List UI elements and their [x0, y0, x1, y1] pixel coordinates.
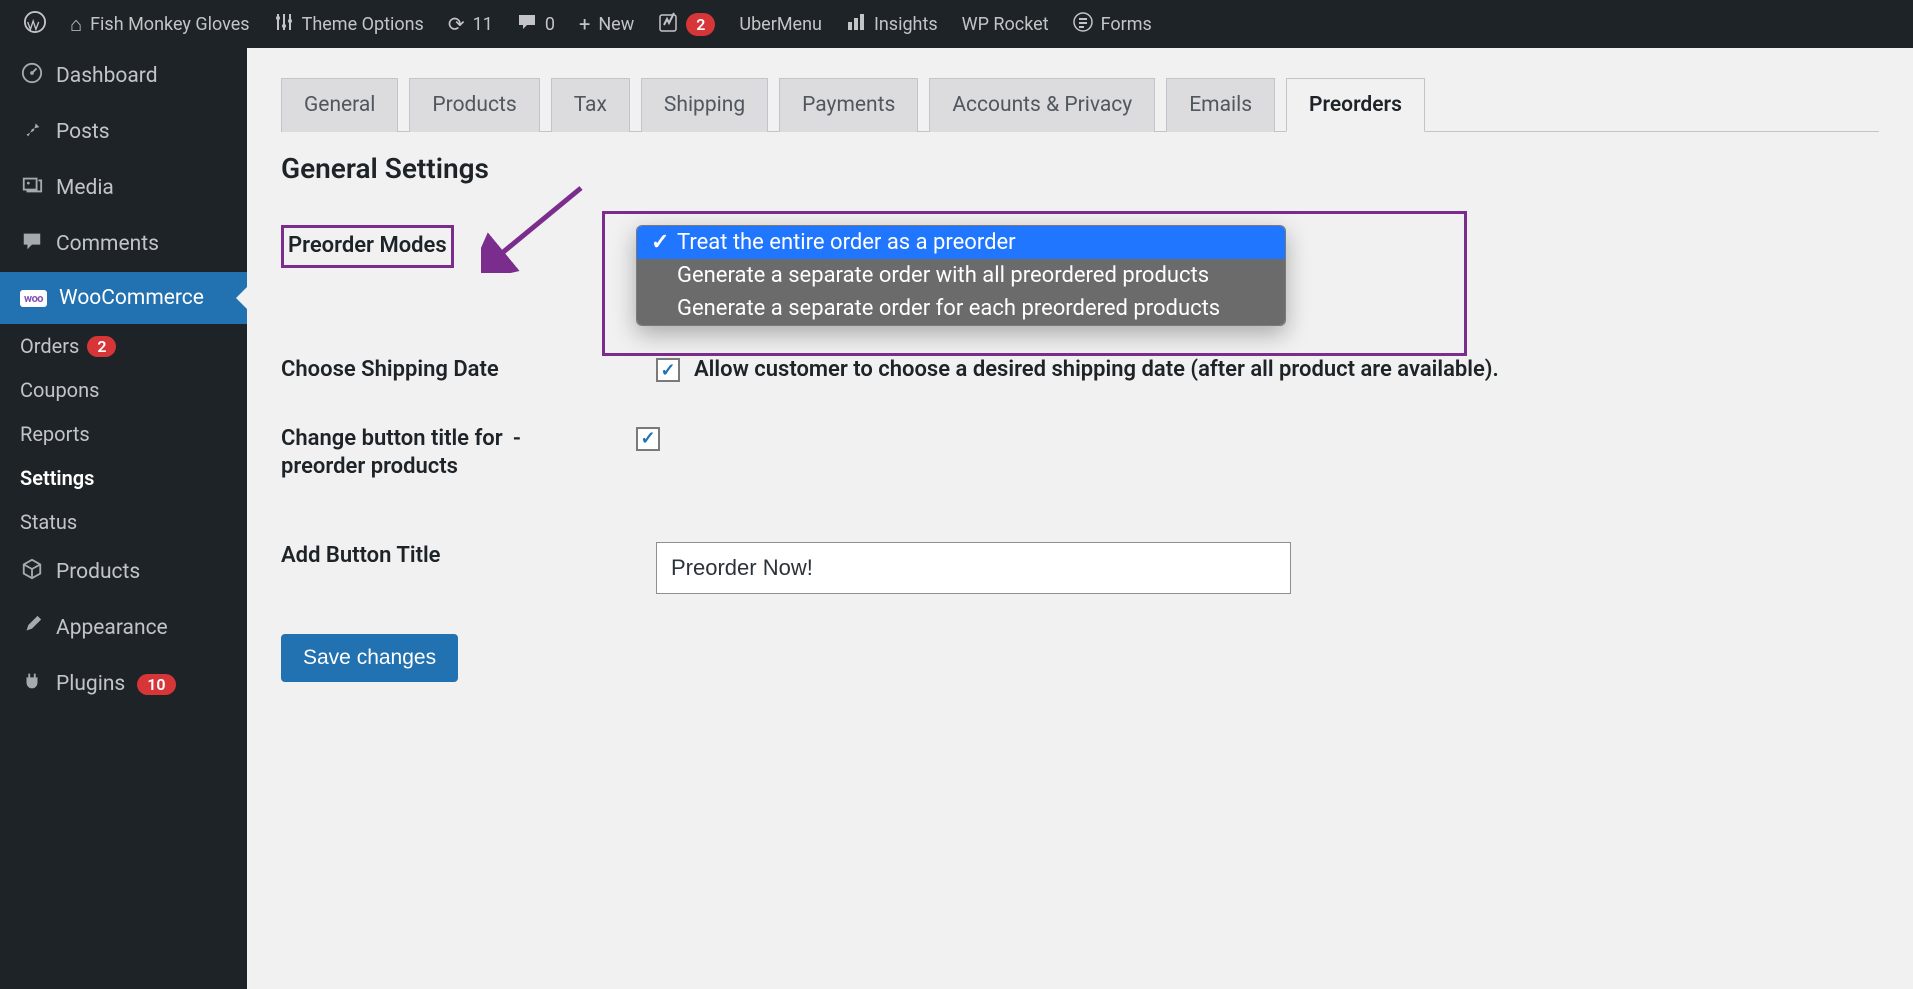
- sidebar-item-posts[interactable]: Posts: [0, 104, 247, 160]
- sidebar-label: WooCommerce: [59, 286, 204, 310]
- insights-link[interactable]: Insights: [834, 0, 950, 48]
- comments-link[interactable]: 0: [505, 0, 567, 48]
- tab-accounts[interactable]: Accounts & Privacy: [929, 78, 1155, 132]
- change-button-label: Change button title for preorder product…: [281, 425, 513, 482]
- sidebar-subitem-coupons[interactable]: Coupons: [0, 368, 247, 412]
- sidebar-label: Products: [56, 560, 140, 584]
- sidebar-label: Reports: [20, 422, 90, 446]
- tab-emails[interactable]: Emails: [1166, 78, 1275, 132]
- shipping-date-row: Choose Shipping Date ✓ Allow customer to…: [281, 356, 1879, 385]
- dash-separator: -: [513, 425, 521, 482]
- pin-icon: [20, 118, 44, 146]
- wordpress-icon: [24, 11, 46, 38]
- insights-label: Insights: [874, 14, 938, 35]
- new-link[interactable]: + New: [567, 0, 646, 48]
- shipping-date-checkbox[interactable]: ✓: [656, 358, 680, 382]
- add-button-title-input[interactable]: [656, 542, 1291, 594]
- sidebar-label: Appearance: [56, 616, 168, 640]
- media-icon: [20, 174, 44, 202]
- tab-payments[interactable]: Payments: [779, 78, 918, 132]
- annotation-highlight-label: Preorder Modes: [281, 225, 454, 268]
- shipping-date-desc: Allow customer to choose a desired shipp…: [694, 356, 1499, 385]
- page-heading: General Settings: [281, 152, 1879, 185]
- forms-icon: [1073, 12, 1093, 37]
- tab-tax[interactable]: Tax: [551, 78, 630, 132]
- dashboard-icon: [20, 62, 44, 90]
- brush-icon: [20, 614, 44, 642]
- admin-bar: ⌂ Fish Monkey Gloves Theme Options ⟳ 11 …: [0, 0, 1913, 48]
- sidebar-item-media[interactable]: Media: [0, 160, 247, 216]
- sidebar-label: Media: [56, 176, 114, 200]
- change-button-checkbox[interactable]: ✓: [636, 427, 660, 451]
- refresh-icon: ⟳: [448, 12, 465, 36]
- sidebar-label: Plugins: [56, 672, 125, 696]
- sliders-icon: [274, 12, 294, 37]
- admin-sidebar: Dashboard Posts Media Comments woo WooCo…: [0, 48, 247, 989]
- bar-chart-icon: [846, 12, 866, 37]
- main-content: General Products Tax Shipping Payments A…: [247, 48, 1913, 712]
- plug-icon: [20, 670, 44, 698]
- dropdown-option-1[interactable]: Treat the entire order as a preorder: [637, 226, 1285, 259]
- ubermenu-label: UberMenu: [739, 14, 822, 35]
- shipping-date-label: Choose Shipping Date: [281, 356, 601, 385]
- sidebar-label: Posts: [56, 120, 110, 144]
- add-button-title-label: Add Button Title: [281, 542, 601, 571]
- yoast-badge: 2: [686, 13, 715, 36]
- wprocket-label: WP Rocket: [962, 14, 1049, 35]
- theme-options-label: Theme Options: [302, 14, 424, 35]
- home-icon: ⌂: [70, 12, 82, 37]
- sidebar-subitem-orders[interactable]: Orders 2: [0, 324, 247, 368]
- sidebar-label: Orders: [20, 334, 79, 358]
- refresh-link[interactable]: ⟳ 11: [436, 0, 505, 48]
- sidebar-item-woocommerce[interactable]: woo WooCommerce: [0, 272, 247, 324]
- tab-preorders[interactable]: Preorders: [1286, 78, 1425, 132]
- add-button-title-row: Add Button Title: [281, 542, 1879, 594]
- sidebar-item-dashboard[interactable]: Dashboard: [0, 48, 247, 104]
- comment-icon: [20, 230, 44, 258]
- sidebar-subitem-settings[interactable]: Settings: [0, 456, 247, 500]
- dropdown-option-3[interactable]: Generate a separate order for each preor…: [637, 292, 1285, 325]
- settings-tabs: General Products Tax Shipping Payments A…: [281, 78, 1879, 132]
- product-icon: [20, 558, 44, 586]
- annotation-arrow: [481, 183, 591, 273]
- tab-general[interactable]: General: [281, 78, 398, 132]
- comments-count: 0: [545, 14, 555, 35]
- sidebar-item-products[interactable]: Products: [0, 544, 247, 600]
- wp-logo[interactable]: [12, 0, 58, 48]
- change-button-row: Change button title for preorder product…: [281, 425, 1879, 482]
- yoast-icon: [658, 11, 678, 38]
- new-label: New: [598, 14, 634, 35]
- sidebar-label: Settings: [20, 466, 94, 490]
- sidebar-item-comments[interactable]: Comments: [0, 216, 247, 272]
- woocommerce-icon: woo: [20, 290, 47, 307]
- sidebar-label: Coupons: [20, 378, 99, 402]
- sidebar-subitem-reports[interactable]: Reports: [0, 412, 247, 456]
- site-name: Fish Monkey Gloves: [90, 14, 250, 35]
- forms-link[interactable]: Forms: [1061, 0, 1164, 48]
- save-changes-button[interactable]: Save changes: [281, 634, 458, 682]
- sidebar-label: Comments: [56, 232, 159, 256]
- forms-label: Forms: [1101, 14, 1152, 35]
- tab-products[interactable]: Products: [409, 78, 539, 132]
- sidebar-item-plugins[interactable]: Plugins 10: [0, 656, 247, 712]
- preorder-modes-dropdown[interactable]: Treat the entire order as a preorder Gen…: [636, 225, 1286, 326]
- yoast-link[interactable]: 2: [646, 0, 727, 48]
- comment-icon: [517, 12, 537, 37]
- plugins-badge: 10: [137, 674, 175, 695]
- theme-options-link[interactable]: Theme Options: [262, 0, 436, 48]
- sidebar-item-appearance[interactable]: Appearance: [0, 600, 247, 656]
- orders-badge: 2: [87, 336, 116, 357]
- sidebar-subitem-status[interactable]: Status: [0, 500, 247, 544]
- wprocket-link[interactable]: WP Rocket: [950, 0, 1061, 48]
- site-name-link[interactable]: ⌂ Fish Monkey Gloves: [58, 0, 262, 48]
- sidebar-label: Dashboard: [56, 64, 158, 88]
- sidebar-label: Status: [20, 510, 77, 534]
- dropdown-option-2[interactable]: Generate a separate order with all preor…: [637, 259, 1285, 292]
- ubermenu-link[interactable]: UberMenu: [727, 0, 834, 48]
- plus-icon: +: [579, 12, 590, 36]
- refresh-count: 11: [473, 14, 493, 35]
- tab-shipping[interactable]: Shipping: [641, 78, 768, 132]
